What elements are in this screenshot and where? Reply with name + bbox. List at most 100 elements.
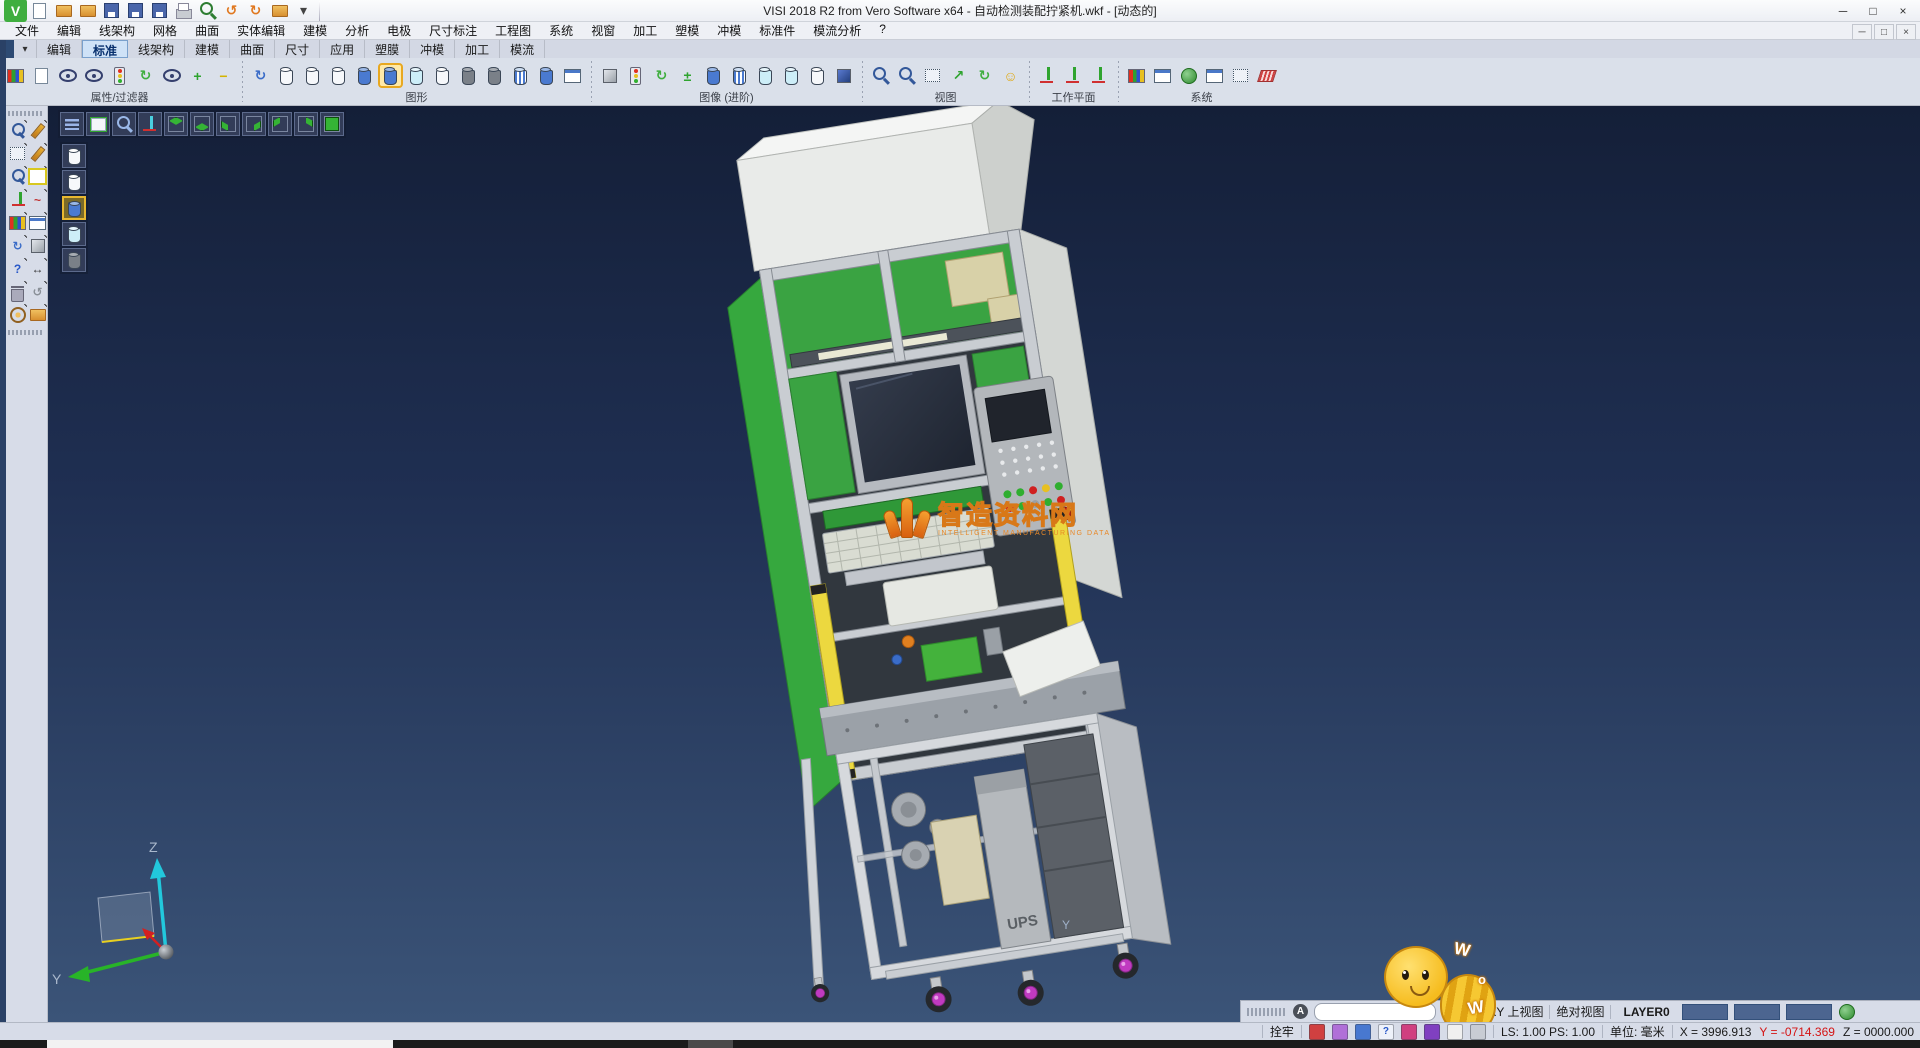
undo-icon[interactable]: ↺ bbox=[220, 0, 243, 22]
help-icon[interactable]: ? bbox=[1378, 1024, 1394, 1040]
mesh-mode-icon[interactable] bbox=[457, 64, 480, 87]
monitor-icon[interactable] bbox=[1470, 1024, 1486, 1040]
graphics-tools-icon[interactable] bbox=[561, 64, 584, 87]
menu-wireframe[interactable]: 线架构 bbox=[90, 22, 144, 39]
tab-modeling[interactable]: 建模 bbox=[185, 40, 230, 58]
view-bar-box-2[interactable] bbox=[1734, 1004, 1780, 1020]
save-as-icon[interactable] bbox=[124, 0, 147, 22]
tab-molding[interactable]: 塑膜 bbox=[365, 40, 410, 58]
zoom-view-icon[interactable] bbox=[112, 112, 136, 136]
tab-wireframe[interactable]: 线架构 bbox=[128, 40, 185, 58]
view-left-icon[interactable] bbox=[216, 112, 240, 136]
system-options-icon[interactable] bbox=[1203, 64, 1226, 87]
wireframe-mode-icon[interactable] bbox=[275, 64, 298, 87]
taskbar-item[interactable] bbox=[47, 1040, 393, 1048]
regen-refresh-icon[interactable]: ↻ bbox=[8, 235, 27, 256]
filter-hide-icon[interactable] bbox=[82, 64, 105, 87]
menu-file[interactable]: 文件 bbox=[6, 22, 48, 39]
view-right-icon[interactable] bbox=[242, 112, 266, 136]
attributes-palette-icon[interactable] bbox=[8, 212, 27, 233]
menu-machining[interactable]: 加工 bbox=[624, 22, 666, 39]
menu-mesh[interactable]: 网格 bbox=[144, 22, 186, 39]
view-top-icon[interactable] bbox=[164, 112, 188, 136]
zoom-one-to-one-icon[interactable] bbox=[921, 64, 944, 87]
toolbar-grip[interactable] bbox=[8, 111, 43, 116]
open-file-icon[interactable] bbox=[52, 0, 75, 22]
toolbar-grip[interactable] bbox=[8, 330, 43, 335]
regen-graphics-icon[interactable]: ↻ bbox=[249, 64, 272, 87]
solid-cube-icon[interactable] bbox=[28, 235, 47, 256]
visibility-toggle-icon[interactable] bbox=[160, 64, 183, 87]
delete-trash-icon[interactable] bbox=[8, 281, 27, 302]
zoom-extents-arrow-icon[interactable]: ↗ bbox=[947, 64, 970, 87]
workplane-set-icon[interactable] bbox=[1036, 64, 1059, 87]
advanced-cylinder-wire-icon[interactable] bbox=[806, 64, 829, 87]
view-iso-icon[interactable] bbox=[320, 112, 344, 136]
absolute-view-label[interactable]: 绝对视图 bbox=[1556, 1003, 1604, 1020]
taskbar-item[interactable] bbox=[688, 1040, 733, 1048]
hide-all-icon[interactable]: − bbox=[212, 64, 235, 87]
mdi-restore-button[interactable]: □ bbox=[1874, 24, 1894, 40]
print-icon[interactable] bbox=[172, 0, 195, 22]
open-recent-icon[interactable] bbox=[28, 304, 47, 325]
view-axes-icon[interactable] bbox=[138, 112, 162, 136]
fit-view-icon[interactable] bbox=[86, 112, 110, 136]
menu-moldflow[interactable]: 模流分析 bbox=[804, 22, 870, 39]
advanced-cube-blue-icon[interactable] bbox=[832, 64, 855, 87]
render-mesh-icon[interactable] bbox=[62, 248, 86, 272]
menu-die[interactable]: 冲模 bbox=[708, 22, 750, 39]
viewport-menu-icon[interactable] bbox=[60, 112, 84, 136]
measure-distance-icon[interactable]: ↔ bbox=[28, 258, 47, 279]
tab-surface[interactable]: 曲面 bbox=[230, 40, 275, 58]
render-smiley-icon[interactable]: ☺ bbox=[999, 64, 1022, 87]
menu-edit[interactable]: 编辑 bbox=[48, 22, 90, 39]
redo-icon[interactable]: ↻ bbox=[244, 0, 267, 22]
edit-erase-icon[interactable] bbox=[28, 120, 47, 141]
cube-icon[interactable] bbox=[1424, 1024, 1440, 1040]
snap-grid-icon[interactable] bbox=[1255, 64, 1278, 87]
workplane-axis-icon[interactable] bbox=[8, 189, 27, 210]
qat-options-chevron[interactable]: ▾ bbox=[292, 0, 315, 22]
system-config-globe-icon[interactable] bbox=[1177, 64, 1200, 87]
mdi-close-button[interactable]: × bbox=[1896, 24, 1916, 40]
tab-application[interactable]: 应用 bbox=[320, 40, 365, 58]
menu-electrode[interactable]: 电极 bbox=[378, 22, 420, 39]
tab-overflow-chevron[interactable]: ▾ bbox=[14, 40, 37, 58]
glove-icon[interactable] bbox=[1447, 1024, 1463, 1040]
render-shaded-icon[interactable] bbox=[62, 196, 86, 220]
advanced-cylinder-striped-icon[interactable] bbox=[728, 64, 751, 87]
menu-analysis[interactable]: 分析 bbox=[336, 22, 378, 39]
help-query-icon[interactable]: ? bbox=[8, 258, 27, 279]
render-hidden-icon[interactable] bbox=[62, 170, 86, 194]
menu-window[interactable]: 视窗 bbox=[582, 22, 624, 39]
shaded-mode-icon[interactable] bbox=[353, 64, 376, 87]
menu-solid-edit[interactable]: 实体编辑 bbox=[228, 22, 294, 39]
navigation-wheel-icon[interactable] bbox=[8, 304, 27, 325]
new-file-icon[interactable] bbox=[28, 0, 51, 22]
zoom-element-icon[interactable] bbox=[8, 120, 27, 141]
maximize-button[interactable]: □ bbox=[1858, 0, 1888, 21]
attributes-copy-icon[interactable] bbox=[30, 64, 53, 87]
advanced-cube-spline-icon[interactable] bbox=[598, 64, 621, 87]
toolbar-grip[interactable] bbox=[1247, 1008, 1287, 1016]
cylinder-pair-icon[interactable] bbox=[509, 64, 532, 87]
package-icon[interactable] bbox=[1401, 1024, 1417, 1040]
advanced-plusminus-icon[interactable]: ± bbox=[676, 64, 699, 87]
menu-drawing[interactable]: 工程图 bbox=[486, 22, 540, 39]
dashed-hidden-mode-icon[interactable] bbox=[327, 64, 350, 87]
filter-traffic-icon[interactable] bbox=[108, 64, 131, 87]
window-layout-icon[interactable] bbox=[28, 212, 47, 233]
render-transparent-icon[interactable] bbox=[62, 222, 86, 246]
view-bar-box-1[interactable] bbox=[1682, 1004, 1728, 1020]
workplane-align-icon[interactable] bbox=[1088, 64, 1111, 87]
advanced-traffic-icon[interactable] bbox=[624, 64, 647, 87]
attributes-brush-icon[interactable] bbox=[4, 64, 27, 87]
menu-system[interactable]: 系统 bbox=[540, 22, 582, 39]
system-colors-icon[interactable] bbox=[1125, 64, 1148, 87]
color-table-icon[interactable] bbox=[1151, 64, 1174, 87]
minimize-button[interactable]: ─ bbox=[1828, 0, 1858, 21]
import-file-icon[interactable] bbox=[76, 0, 99, 22]
advanced-cylinder-check-icon[interactable] bbox=[754, 64, 777, 87]
save-copy-icon[interactable] bbox=[148, 0, 171, 22]
active-layer-label[interactable]: LAYER0 bbox=[1617, 1005, 1675, 1019]
